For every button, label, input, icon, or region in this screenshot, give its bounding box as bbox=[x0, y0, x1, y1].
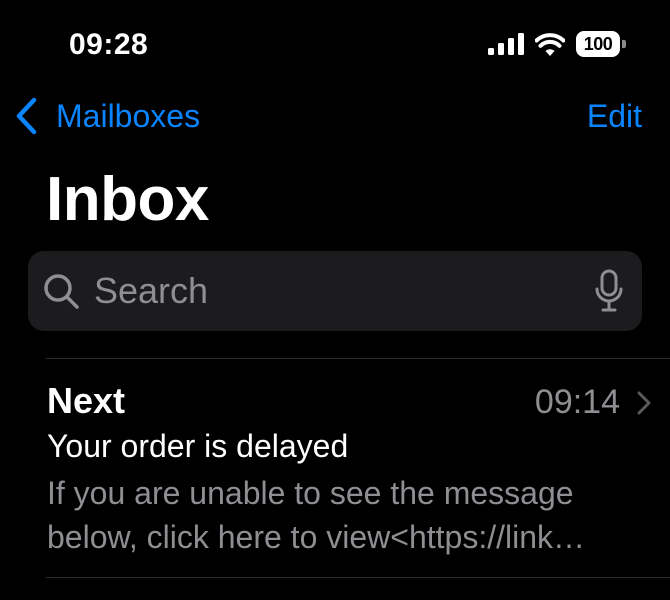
message-list-item[interactable]: Next 09:14 Your order is delayed If you … bbox=[0, 359, 670, 577]
wifi-icon bbox=[535, 33, 565, 56]
list-divider bbox=[46, 577, 670, 578]
status-time: 09:28 bbox=[69, 28, 149, 61]
battery-tip bbox=[622, 40, 626, 48]
message-time: 09:14 bbox=[534, 383, 620, 421]
back-button-label: Mailboxes bbox=[56, 98, 201, 134]
search-bar[interactable] bbox=[28, 251, 642, 331]
microphone-icon[interactable] bbox=[594, 269, 624, 313]
battery-level: 100 bbox=[576, 31, 620, 57]
search-icon bbox=[44, 274, 79, 309]
back-to-mailboxes-button[interactable]: Mailboxes bbox=[14, 94, 200, 138]
message-subject: Your order is delayed bbox=[47, 428, 349, 464]
battery-icon: 100 bbox=[576, 31, 626, 57]
message-sender: Next bbox=[47, 380, 126, 421]
page-title: Inbox bbox=[46, 165, 209, 234]
search-input[interactable] bbox=[94, 251, 574, 331]
message-preview: If you are unable to see the message bel… bbox=[47, 475, 586, 555]
edit-button[interactable]: Edit bbox=[587, 94, 642, 138]
cellular-signal-icon bbox=[488, 33, 524, 55]
chevron-right-icon bbox=[637, 391, 651, 415]
chevron-left-icon bbox=[16, 97, 37, 135]
status-bar: 09:28 100 bbox=[0, 0, 670, 80]
